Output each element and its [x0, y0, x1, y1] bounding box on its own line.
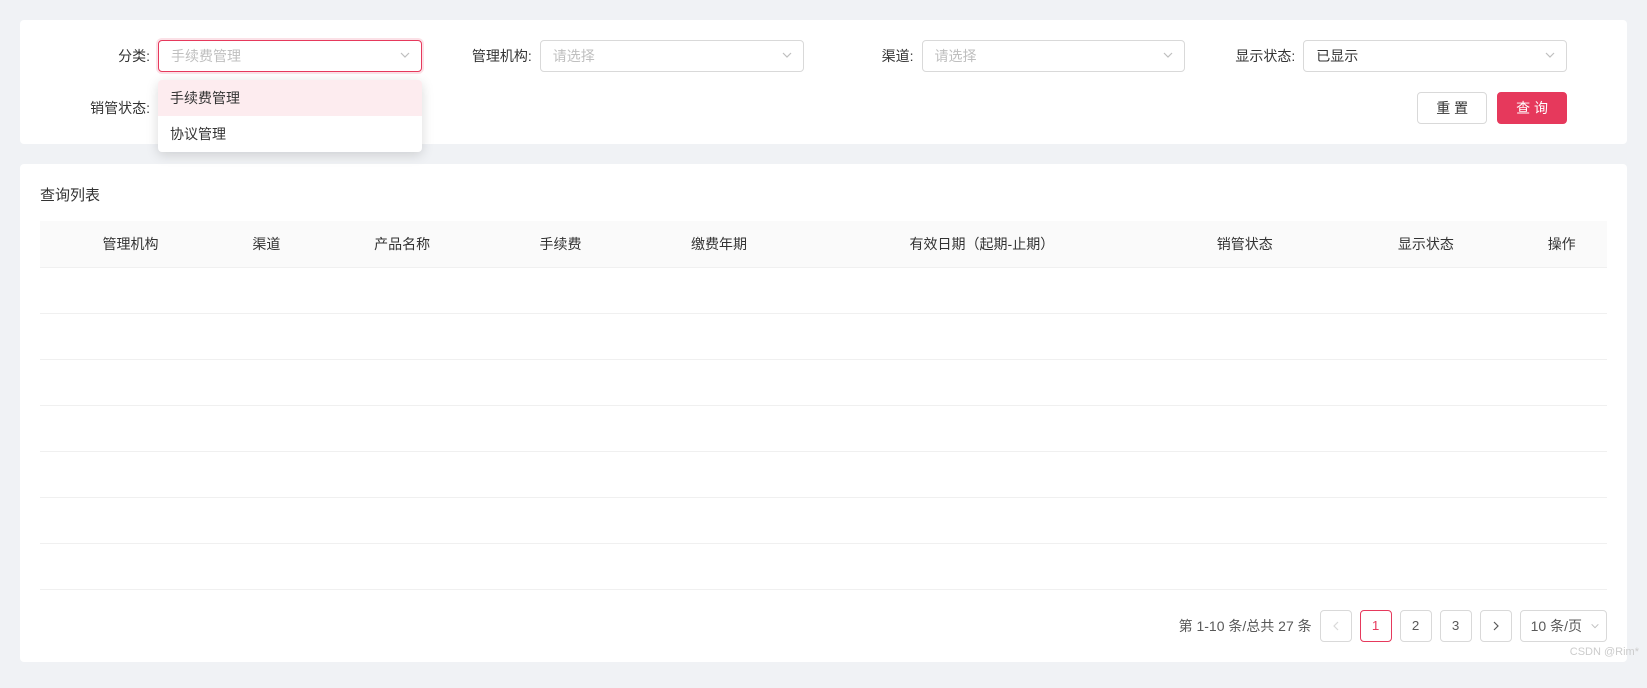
dropdown-option[interactable]: 协议管理 — [158, 116, 422, 152]
table-row — [40, 313, 1607, 359]
page-3-button[interactable]: 3 — [1440, 610, 1472, 642]
chevron-down-icon — [399, 48, 411, 64]
results-table: 管理机构 渠道 产品名称 手续费 缴费年期 有效日期（起期-止期） 销管状态 显… — [40, 221, 1607, 590]
table-row — [40, 497, 1607, 543]
page-2-button[interactable]: 2 — [1400, 610, 1432, 642]
category-select[interactable]: 手续费管理 — [158, 40, 422, 72]
page-1-button[interactable]: 1 — [1360, 610, 1392, 642]
table-row — [40, 405, 1607, 451]
pagination: 第 1-10 条/总共 27 条 1 2 3 10 条/页 — [40, 610, 1607, 642]
channel-select[interactable]: 请选择 — [922, 40, 1186, 72]
col-sale-status: 销管状态 — [1154, 221, 1335, 267]
table-row — [40, 451, 1607, 497]
chevron-down-icon — [781, 48, 793, 64]
col-channel: 渠道 — [221, 221, 312, 267]
prev-page-button[interactable] — [1320, 610, 1352, 642]
col-org: 管理机构 — [40, 221, 221, 267]
col-valid-date: 有效日期（起期-止期） — [810, 221, 1155, 267]
list-title: 查询列表 — [40, 184, 1607, 205]
filter-panel: 分类: 手续费管理 手续费管理 协议管理 管理机构: 请选择 — [20, 20, 1627, 144]
channel-label: 渠道: — [844, 46, 914, 66]
org-group: 管理机构: 请选择 — [462, 40, 804, 72]
chevron-down-icon — [1162, 48, 1174, 64]
table-row — [40, 543, 1607, 589]
col-product: 产品名称 — [312, 221, 493, 267]
dropdown-option[interactable]: 手续费管理 — [158, 80, 422, 116]
col-action: 操作 — [1516, 221, 1607, 267]
action-buttons: 重 置 查 询 — [1417, 92, 1567, 124]
category-group: 分类: 手续费管理 手续费管理 协议管理 — [80, 40, 422, 72]
col-term: 缴费年期 — [628, 221, 809, 267]
table-row — [40, 359, 1607, 405]
pagination-summary: 第 1-10 条/总共 27 条 — [1179, 616, 1312, 636]
page-size-select[interactable]: 10 条/页 — [1520, 610, 1607, 642]
display-status-select[interactable]: 已显示 — [1303, 40, 1567, 72]
table-header-row: 管理机构 渠道 产品名称 手续费 缴费年期 有效日期（起期-止期） 销管状态 显… — [40, 221, 1607, 267]
org-select[interactable]: 请选择 — [540, 40, 804, 72]
reset-button[interactable]: 重 置 — [1417, 92, 1487, 124]
table-row — [40, 267, 1607, 313]
category-dropdown: 手续费管理 协议管理 — [158, 80, 422, 152]
chevron-left-icon — [1331, 621, 1341, 631]
display-status-group: 显示状态: 已显示 — [1225, 40, 1567, 72]
query-button[interactable]: 查 询 — [1497, 92, 1567, 124]
chevron-down-icon — [1544, 48, 1556, 64]
org-label: 管理机构: — [462, 46, 532, 66]
chevron-down-icon — [1590, 618, 1600, 634]
channel-group: 渠道: 请选择 — [844, 40, 1186, 72]
list-panel: 查询列表 管理机构 渠道 产品名称 手续费 缴费年期 有效日期（起期-止期） 销… — [20, 164, 1627, 662]
category-label: 分类: — [80, 46, 150, 66]
chevron-right-icon — [1491, 621, 1501, 631]
sale-status-label: 销管状态: — [80, 98, 150, 118]
col-fee: 手续费 — [493, 221, 629, 267]
col-display-status: 显示状态 — [1335, 221, 1516, 267]
display-status-label: 显示状态: — [1225, 46, 1295, 66]
next-page-button[interactable] — [1480, 610, 1512, 642]
